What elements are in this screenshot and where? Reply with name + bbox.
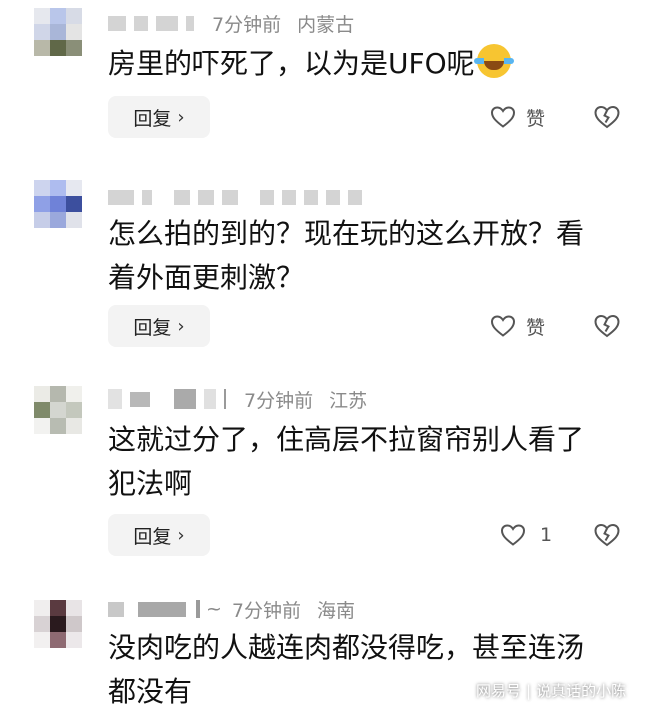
- watermark-source: 网易号: [476, 682, 522, 700]
- reply-button[interactable]: 回复 ›: [108, 96, 210, 138]
- comment-text: 怎么拍的到的？现在玩的这么开放？看 着外面更刺激？: [108, 212, 628, 300]
- username-blurred[interactable]: [108, 15, 126, 31]
- username-blurred[interactable]: [108, 601, 124, 617]
- chevron-right-icon: ›: [177, 524, 185, 546]
- chevron-right-icon: ›: [177, 106, 185, 128]
- reply-label: 回复: [133, 525, 172, 548]
- like-count: 1: [540, 524, 553, 546]
- comment-text: 房里的吓死了，以为是UFO呢: [108, 42, 628, 86]
- broken-heart-icon: [594, 314, 620, 338]
- meta-symbol: ~: [206, 598, 222, 620]
- comment-location: 内蒙古: [297, 13, 355, 36]
- comment-line: 着外面更刺激？: [108, 261, 305, 294]
- watermark: 网易号 | 说真话的小陈: [476, 680, 626, 701]
- avatar[interactable]: [34, 8, 82, 56]
- avatar[interactable]: [34, 180, 82, 228]
- watermark-author: 说真话的小陈: [536, 682, 627, 700]
- comment-meta: ~ 7分钟前 海南: [108, 596, 355, 622]
- heart-icon: [500, 524, 526, 546]
- heart-icon: [490, 315, 516, 337]
- comment-time: 7分钟前: [231, 599, 302, 622]
- reply-label: 回复: [133, 107, 172, 130]
- comment-meta: 7分钟前 内蒙古: [108, 10, 354, 36]
- dislike-button[interactable]: [593, 96, 621, 138]
- reply-button[interactable]: 回复 ›: [108, 305, 210, 347]
- comment-time: 7分钟前: [244, 389, 314, 412]
- like-button[interactable]: 赞: [490, 96, 545, 138]
- comment-location: 海南: [317, 599, 356, 622]
- broken-heart-icon: [594, 523, 620, 547]
- chevron-right-icon: ›: [177, 315, 185, 337]
- reply-label: 回复: [133, 316, 172, 339]
- comment-line: 犯法啊: [108, 467, 193, 500]
- comment-line: 怎么拍的到的？现在玩的这么开放？看: [108, 217, 585, 250]
- like-button[interactable]: 赞: [490, 305, 545, 347]
- comment-time: 7分钟前: [212, 13, 282, 36]
- comment-location: 江苏: [329, 389, 368, 412]
- watermark-divider: |: [526, 682, 532, 700]
- heart-icon: [490, 106, 516, 128]
- broken-heart-icon: [594, 105, 620, 129]
- like-label: 赞: [526, 107, 546, 130]
- comment-line: 房里的吓死了，以为是UFO呢: [108, 47, 475, 80]
- reply-button[interactable]: 回复 ›: [108, 514, 210, 556]
- dislike-button[interactable]: [593, 514, 621, 556]
- dislike-button[interactable]: [593, 305, 621, 347]
- like-button[interactable]: 1: [500, 514, 552, 556]
- comment-meta: 7分钟前 江苏: [108, 386, 367, 412]
- laughing-crying-emoji-icon: [473, 44, 514, 78]
- avatar[interactable]: [34, 386, 82, 434]
- avatar[interactable]: [34, 600, 82, 648]
- username-blurred[interactable]: [108, 189, 134, 205]
- comment-line: 这就过分了，住高层不拉窗帘别人看了: [108, 423, 585, 456]
- like-label: 赞: [526, 316, 546, 339]
- comment-line: 没肉吃的人越连肉都没得吃，甚至连汤: [108, 631, 585, 664]
- comment-text: 这就过分了，住高层不拉窗帘别人看了 犯法啊: [108, 418, 628, 506]
- comment-meta: [108, 184, 370, 210]
- username-blurred[interactable]: [108, 389, 122, 409]
